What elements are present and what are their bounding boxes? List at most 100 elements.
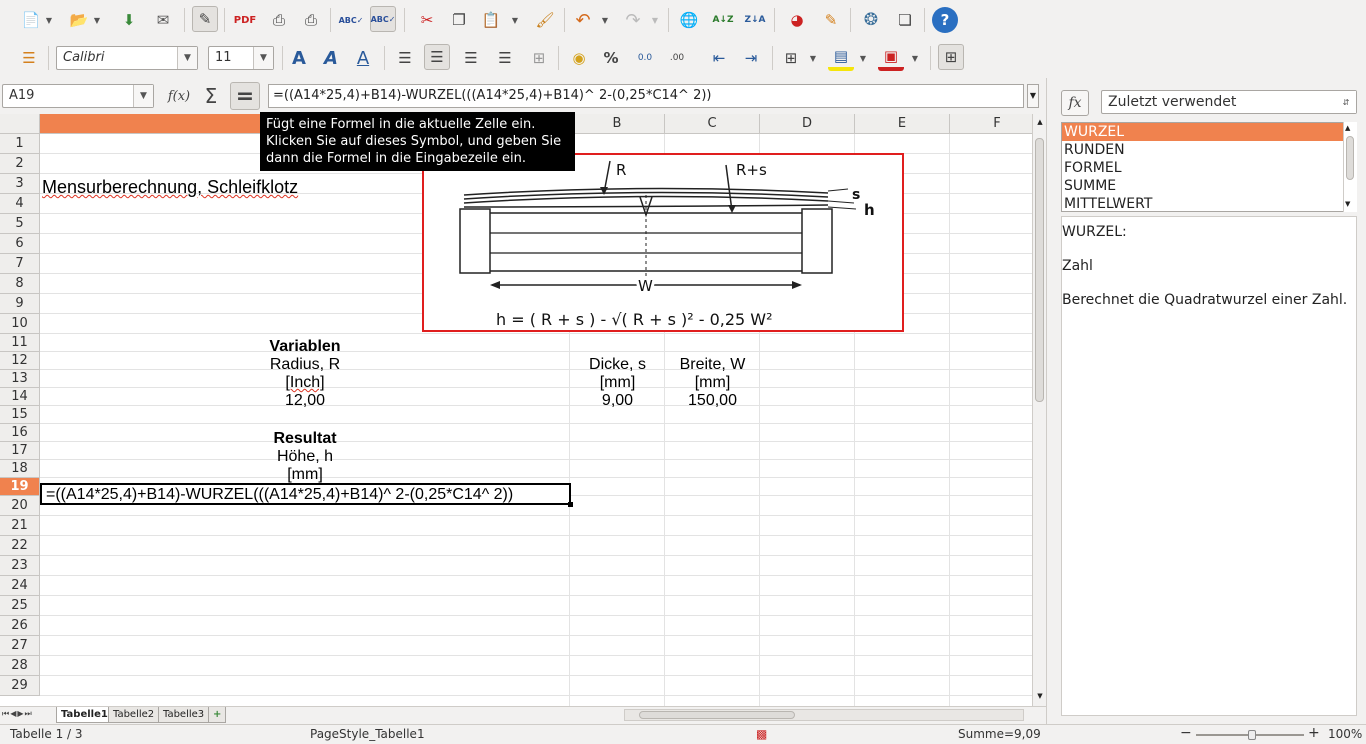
vertical-scrollbar[interactable]: ▲ ▼ — [1032, 114, 1046, 708]
font-name-combo[interactable]: Calibri ▼ — [56, 46, 198, 70]
copy-icon[interactable]: ❐ — [446, 7, 472, 33]
row-header-18[interactable]: 18 — [0, 460, 40, 478]
row-header-19[interactable]: 19 — [0, 478, 40, 496]
fill-handle[interactable] — [568, 502, 573, 507]
vertical-scroll-thumb[interactable] — [1035, 138, 1044, 402]
justify-icon[interactable]: ☰ — [492, 45, 518, 71]
cell-a12[interactable]: Radius, R — [40, 356, 570, 374]
navigator-icon[interactable]: ❂ — [858, 7, 884, 33]
clone-formatting-icon[interactable]: 🖌 — [532, 7, 558, 33]
row-header-25[interactable]: 25 — [0, 596, 40, 616]
redo-dropdown-arrow[interactable]: ▼ — [650, 7, 660, 33]
cell-a17[interactable]: Höhe, h — [40, 448, 570, 466]
name-box[interactable]: A19 ▼ — [2, 84, 154, 108]
edit-file-icon[interactable]: ✎ — [192, 6, 218, 32]
function-list-item[interactable]: MITTELWERT — [1062, 195, 1356, 211]
chart-icon[interactable]: ◕ — [784, 7, 810, 33]
cell-a18[interactable]: [mm] — [40, 466, 570, 484]
function-list-item[interactable]: WURZEL — [1062, 123, 1356, 141]
column-header-e[interactable]: E — [855, 114, 950, 134]
percent-format-icon[interactable]: % — [598, 45, 624, 71]
row-header-11[interactable]: 11 — [0, 334, 40, 352]
status-sum[interactable]: Summe=9,09 — [958, 727, 1041, 741]
zoom-in-icon[interactable]: + — [1308, 725, 1320, 741]
chevron-down-icon[interactable]: ▼ — [133, 85, 153, 107]
cell-c14[interactable]: 150,00 — [665, 392, 760, 410]
scroll-down-icon[interactable]: ▼ — [1035, 692, 1045, 700]
background-color-icon[interactable]: ▤ — [828, 45, 854, 71]
function-list-item[interactable]: RUNDEN — [1062, 141, 1356, 159]
sort-ascending-icon[interactable]: A↓Z — [710, 7, 736, 33]
background-color-dropdown-arrow[interactable]: ▼ — [858, 45, 868, 71]
row-header-1[interactable]: 1 — [0, 134, 40, 154]
cell-a3[interactable]: Mensurberechnung, Schleifklotz — [42, 177, 298, 197]
column-header-c[interactable]: C — [665, 114, 760, 134]
cut-icon[interactable]: ✂ — [414, 7, 440, 33]
function-list[interactable]: WURZELRUNDENFORMELSUMMEMITTELWERTMIN — [1061, 122, 1357, 212]
row-header-5[interactable]: 5 — [0, 214, 40, 234]
cell-b13[interactable]: [mm] — [570, 374, 665, 392]
font-size-combo[interactable]: 11 ▼ — [208, 46, 274, 70]
row-header-3[interactable]: 3 — [0, 174, 40, 194]
row-header-12[interactable]: 12 — [0, 352, 40, 370]
formula-input[interactable]: =((A14*25,4)+B14)-WURZEL(((A14*25,4)+B14… — [268, 84, 1024, 108]
row-header-24[interactable]: 24 — [0, 576, 40, 596]
row-header-10[interactable]: 10 — [0, 314, 40, 334]
chevron-down-icon[interactable]: ▼ — [253, 47, 273, 69]
column-header-b[interactable]: B — [570, 114, 665, 134]
undo-icon[interactable]: ↶ — [570, 7, 596, 33]
print-preview-icon[interactable]: ⎙ — [298, 7, 324, 33]
cell-a11[interactable]: Variablen — [40, 338, 570, 356]
new-document-icon[interactable]: 📄 — [18, 7, 44, 33]
scroll-down-icon[interactable]: ▼ — [1345, 200, 1350, 208]
underline-icon[interactable]: A — [350, 45, 376, 71]
function-list-item[interactable]: FORMEL — [1062, 159, 1356, 177]
zoom-out-icon[interactable]: − — [1180, 725, 1192, 741]
tab-tabelle3[interactable]: Tabelle3 — [158, 707, 210, 723]
row-header-29[interactable]: 29 — [0, 676, 40, 696]
redo-icon[interactable]: ↷ — [620, 7, 646, 33]
borders-dropdown-arrow[interactable]: ▼ — [808, 45, 818, 71]
hyperlink-icon[interactable]: 🌐 — [676, 7, 702, 33]
insert-function-icon[interactable]: fx — [1061, 90, 1089, 116]
row-header-26[interactable]: 26 — [0, 616, 40, 636]
styles-icon[interactable]: ☰ — [16, 45, 42, 71]
horizontal-scrollbar[interactable] — [624, 709, 1024, 721]
open-folder-icon[interactable]: 📂 — [66, 7, 92, 33]
bold-icon[interactable]: A — [286, 45, 312, 71]
paste-dropdown-arrow[interactable]: ▼ — [510, 7, 520, 33]
row-header-9[interactable]: 9 — [0, 294, 40, 314]
cell-b12[interactable]: Dicke, s — [570, 356, 665, 374]
cell-a14[interactable]: 12,00 — [40, 392, 570, 410]
cell-b14[interactable]: 9,00 — [570, 392, 665, 410]
row-header-6[interactable]: 6 — [0, 234, 40, 254]
row-header-2[interactable]: 2 — [0, 154, 40, 174]
save-icon[interactable]: ⬇ — [116, 7, 142, 33]
horizontal-scroll-thumb[interactable] — [639, 711, 795, 719]
active-cell-a19[interactable]: =((A14*25,4)+B14)-WURZEL(((A14*25,4)+B14… — [40, 483, 573, 507]
zoom-slider[interactable] — [1196, 730, 1304, 740]
tab-tabelle1[interactable]: Tabelle1 — [56, 707, 113, 723]
row-header-21[interactable]: 21 — [0, 516, 40, 536]
font-color-icon[interactable]: ▣ — [878, 45, 904, 71]
chevron-down-icon[interactable]: ▼ — [177, 47, 197, 69]
row-header-20[interactable]: 20 — [0, 496, 40, 516]
row-header-17[interactable]: 17 — [0, 442, 40, 460]
row-header-27[interactable]: 27 — [0, 636, 40, 656]
tab-navigation-icon[interactable]: ⏮◀▶⏭ — [2, 709, 33, 719]
add-decimal-icon[interactable]: .00 — [664, 45, 690, 71]
align-center-icon[interactable]: ☰ — [424, 44, 450, 70]
row-header-22[interactable]: 22 — [0, 536, 40, 556]
tab-tabelle2[interactable]: Tabelle2 — [108, 707, 160, 723]
autospellcheck-icon[interactable]: ABC✓ — [370, 6, 396, 32]
expand-formula-icon[interactable]: ▼ — [1027, 84, 1039, 108]
row-header-14[interactable]: 14 — [0, 388, 40, 406]
print-icon[interactable]: ⎙ — [266, 7, 292, 33]
zoom-level[interactable]: 100% — [1328, 727, 1362, 741]
currency-format-icon[interactable]: ◉ — [566, 45, 592, 71]
email-icon[interactable]: ✉ — [150, 7, 176, 33]
chevron-updown-icon[interactable]: ⇵ — [1336, 91, 1356, 113]
formula-icon[interactable]: = — [230, 82, 260, 110]
add-sheet-icon[interactable]: + — [208, 707, 227, 723]
decrease-indent-icon[interactable]: ⇤ — [706, 45, 732, 71]
